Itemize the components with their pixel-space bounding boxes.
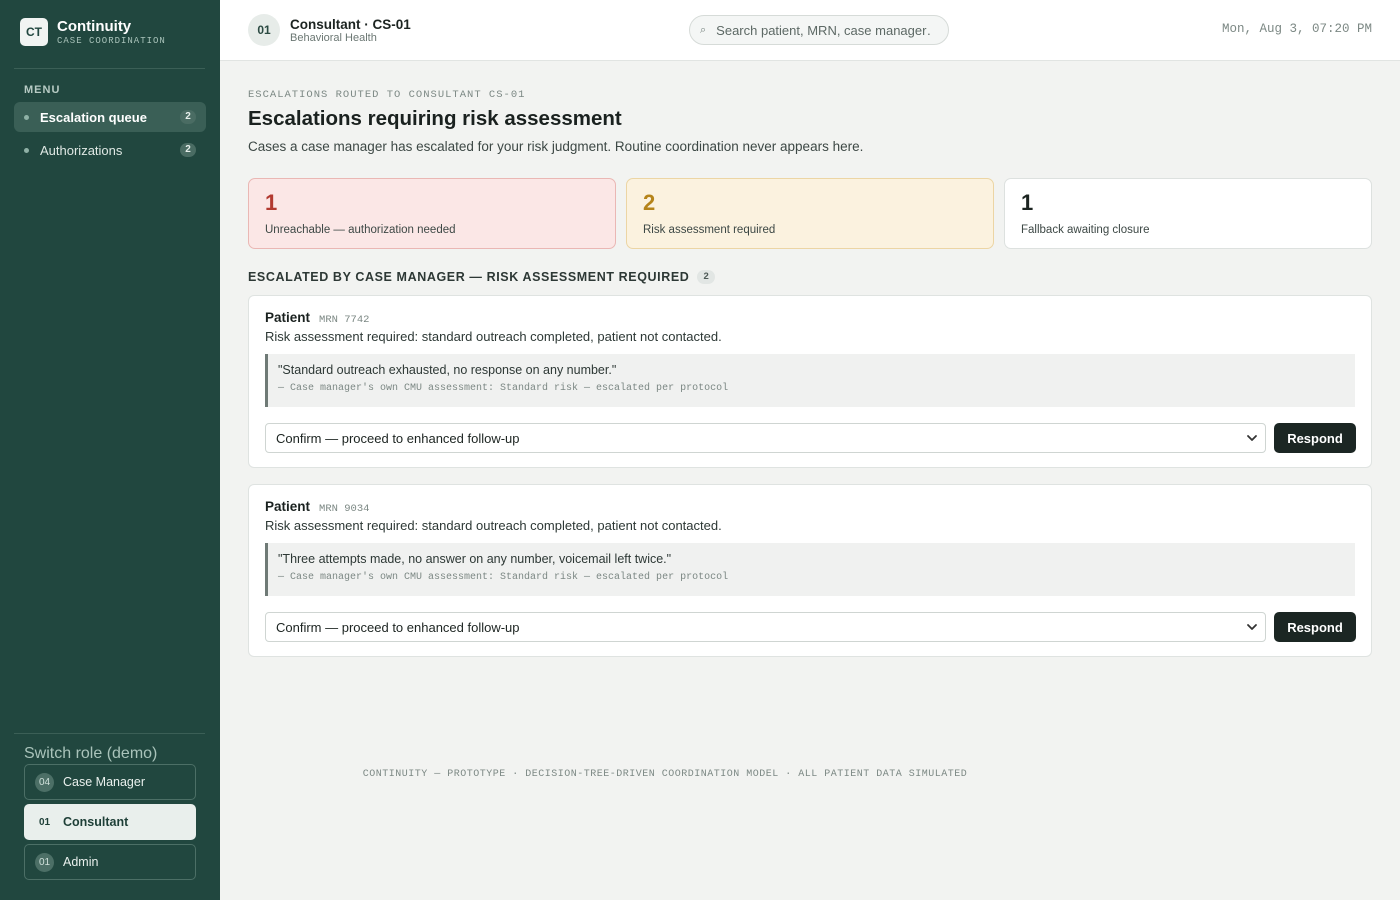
role-admin-button[interactable]: 01 Admin: [24, 844, 196, 880]
case-card: Patient MRN 7742 Risk assessment require…: [248, 295, 1372, 468]
search-box[interactable]: ⌕: [689, 15, 949, 45]
switch-role-label: Switch role (demo): [24, 745, 158, 762]
sidebar: CT Continuity CASE COORDINATION MENU Esc…: [0, 0, 220, 900]
sidebar-item-escalation-queue[interactable]: Escalation queue 2: [14, 102, 206, 132]
role-label: Admin: [63, 855, 99, 869]
quote-text: "Standard outreach exhausted, no respons…: [278, 363, 617, 377]
sidebar-divider: [14, 733, 205, 734]
page-title: Escalations requiring risk assessment: [248, 107, 622, 130]
user-name: Consultant · CS-01: [290, 17, 411, 32]
role-label: Case Manager: [63, 775, 145, 789]
case-status: Risk assessment required: standard outre…: [265, 518, 722, 533]
case-manager-quote: "Three attempts made, no answer on any n…: [265, 543, 1355, 596]
role-count: 01: [38, 816, 51, 828]
stat-label: Fallback awaiting closure: [1021, 224, 1150, 236]
stat-card-fallback[interactable]: 1 Fallback awaiting closure: [1004, 178, 1372, 249]
section-heading: ESCALATED BY CASE MANAGER — RISK ASSESSM…: [248, 270, 716, 284]
response-select[interactable]: Confirm — proceed to enhanced follow-up: [265, 423, 1266, 453]
patient-label: Patient: [265, 499, 311, 514]
role-case-manager-button[interactable]: 04 Case Manager: [24, 764, 196, 800]
user-department: Behavioral Health: [290, 32, 377, 44]
bullet-icon: [24, 147, 29, 153]
stat-value: 1: [1021, 190, 1034, 215]
response-select[interactable]: Confirm — proceed to enhanced follow-up: [265, 612, 1266, 642]
datetime: Mon, Aug 3, 07:20 PM: [1221, 22, 1372, 36]
role-count: 01: [35, 852, 54, 872]
bullet-icon: [24, 114, 29, 120]
role-count: 04: [35, 772, 54, 792]
quote-attribution: — Case manager's own CMU assessment: Sta…: [278, 383, 729, 394]
brand[interactable]: CT Continuity CASE COORDINATION: [20, 18, 166, 46]
chevron-down-icon: [1247, 435, 1257, 441]
footer-note: CONTINUITY — PROTOTYPE · DECISION-TREE-D…: [362, 769, 968, 780]
case-manager-quote: "Standard outreach exhausted, no respons…: [265, 354, 1355, 407]
sidebar-item-label: Escalation queue: [40, 109, 147, 125]
sidebar-item-label: Authorizations: [40, 142, 123, 158]
count-badge: 2: [180, 143, 196, 157]
select-value: Confirm — proceed to enhanced follow-up: [276, 430, 520, 446]
chevron-down-icon: [1247, 624, 1257, 630]
section-title: ESCALATED BY CASE MANAGER — RISK ASSESSM…: [248, 270, 690, 284]
page-description: Cases a case manager has escalated for y…: [248, 139, 864, 154]
stat-label: Risk assessment required: [643, 224, 776, 236]
respond-button[interactable]: Respond: [1274, 612, 1356, 642]
eyebrow: ESCALATIONS ROUTED TO CONSULTANT CS-01: [248, 89, 526, 101]
stat-card-unreachable[interactable]: 1 Unreachable — authorization needed: [248, 178, 616, 249]
brand-title: Continuity: [57, 18, 132, 35]
role-consultant-button[interactable]: 01 Consultant: [24, 804, 196, 840]
search-input[interactable]: [716, 22, 932, 38]
mrn: MRN 7742: [319, 314, 370, 326]
stat-value: 2: [643, 190, 656, 215]
quote-text: "Three attempts made, no answer on any n…: [278, 552, 672, 566]
section-count-badge: 2: [697, 270, 716, 284]
stat-card-risk-assessment[interactable]: 2 Risk assessment required: [626, 178, 994, 249]
brand-logo: CT: [20, 18, 48, 46]
brand-subtitle: CASE COORDINATION: [57, 36, 166, 46]
sidebar-divider: [14, 68, 205, 69]
stat-label: Unreachable — authorization needed: [265, 224, 456, 236]
sidebar-item-authorizations[interactable]: Authorizations 2: [14, 135, 206, 165]
role-label: Consultant: [63, 815, 129, 829]
case-status: Risk assessment required: standard outre…: [265, 329, 722, 344]
top-bar: 01 Consultant · CS-01 Behavioral Health …: [220, 0, 1400, 61]
stat-value: 1: [265, 190, 278, 215]
quote-attribution: — Case manager's own CMU assessment: Sta…: [278, 572, 729, 583]
search-icon: ⌕: [700, 23, 707, 36]
select-value: Confirm — proceed to enhanced follow-up: [276, 619, 520, 635]
menu-label: MENU: [24, 84, 61, 96]
patient-label: Patient: [265, 310, 311, 325]
count-badge: 2: [180, 110, 196, 124]
case-card: Patient MRN 9034 Risk assessment require…: [248, 484, 1372, 657]
avatar[interactable]: 01: [248, 14, 280, 46]
mrn: MRN 9034: [319, 503, 370, 515]
respond-button[interactable]: Respond: [1274, 423, 1356, 453]
